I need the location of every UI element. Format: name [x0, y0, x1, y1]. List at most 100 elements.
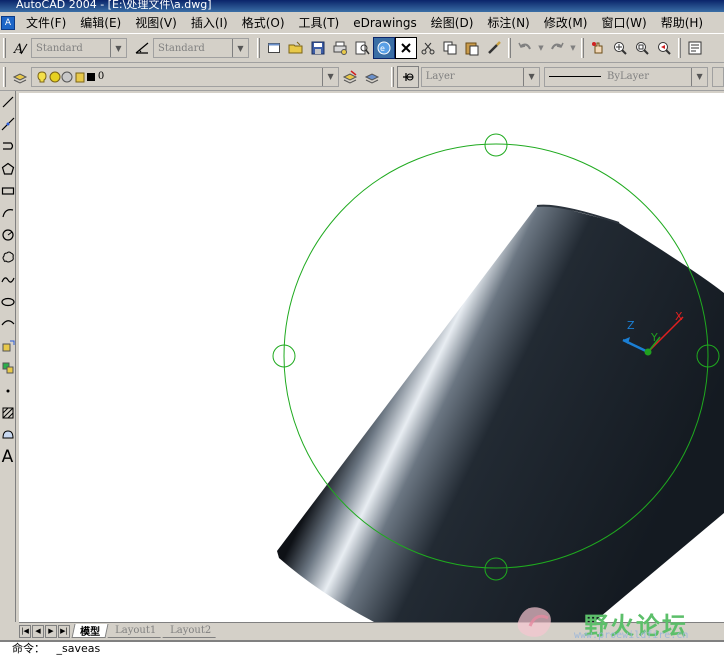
tab-layout2[interactable]: Layout2	[162, 624, 219, 638]
spline-icon[interactable]	[0, 269, 16, 291]
layer-combo[interactable]: 0 ▼	[30, 66, 340, 87]
chevron-down-icon[interactable]: ▼	[322, 67, 339, 86]
layer-previous-icon[interactable]	[361, 66, 383, 88]
cut-icon[interactable]	[417, 37, 439, 59]
line-icon[interactable]	[0, 91, 16, 113]
pan-icon[interactable]	[587, 37, 609, 59]
polygon-icon[interactable]	[0, 158, 16, 180]
new-file-icon[interactable]	[263, 37, 285, 59]
point-icon[interactable]	[0, 379, 16, 401]
toolbar-separator	[508, 38, 511, 58]
text-style-icon[interactable]: A	[9, 37, 31, 59]
redo-icon[interactable]	[546, 37, 568, 59]
tab-next-button[interactable]: ▶	[45, 624, 57, 638]
window-title-bar: AutoCAD 2004 - [E:\处理文件\a.dwg]	[0, 0, 724, 12]
rectangle-icon[interactable]	[0, 180, 16, 202]
circle-icon[interactable]	[0, 224, 16, 246]
layout-tab-bar: |◀ ◀ ▶ ▶| 模型 Layout1 Layout2	[19, 622, 724, 639]
region-icon[interactable]	[0, 424, 16, 446]
toolbar-grip[interactable]	[257, 38, 260, 58]
edrawings-toolbar-icon[interactable]	[396, 65, 419, 88]
drawing-area[interactable]: X Y Z	[19, 93, 724, 622]
toolbar-separator	[581, 38, 584, 58]
toolbar-styles-standard: A Standard ▼ Standard ▼ e ▼ ▼	[0, 34, 724, 63]
chevron-down-icon[interactable]: ▼	[536, 37, 546, 59]
plot-icon[interactable]	[329, 37, 351, 59]
current-layer-name: 0	[97, 71, 105, 82]
chevron-down-icon[interactable]: ▼	[691, 67, 708, 86]
tab-prev-button[interactable]: ◀	[32, 624, 44, 638]
revision-cloud-icon[interactable]	[0, 246, 16, 268]
menu-edrawings[interactable]: eDrawings	[346, 16, 424, 30]
menu-help[interactable]: 帮助(H)	[654, 14, 710, 31]
toolbar-grip[interactable]	[3, 66, 6, 87]
linetype-sample	[549, 76, 602, 77]
dim-style-combo[interactable]: Standard ▼	[153, 38, 249, 58]
paste-icon[interactable]	[461, 37, 483, 59]
menu-view[interactable]: 视图(V)	[128, 14, 184, 31]
zoom-previous-icon[interactable]	[653, 37, 675, 59]
arc-icon[interactable]	[0, 202, 16, 224]
make-object-layer-current-icon[interactable]	[339, 66, 361, 88]
dim-style-icon[interactable]	[131, 37, 153, 59]
tab-model[interactable]: 模型	[71, 624, 109, 638]
hatch-icon[interactable]	[0, 402, 16, 424]
svg-text:A: A	[13, 42, 23, 56]
zoom-window-icon[interactable]	[631, 37, 653, 59]
ellipse-icon[interactable]	[0, 291, 16, 313]
open-file-icon[interactable]	[285, 37, 307, 59]
toolbar-separator	[678, 38, 681, 58]
menu-insert[interactable]: 插入(I)	[184, 14, 235, 31]
insert-block-icon[interactable]	[0, 335, 16, 357]
linetype-combo[interactable]: ByLayer ▼	[544, 66, 709, 87]
draw-toolbar: A	[0, 91, 16, 622]
toolbar-grip[interactable]	[390, 66, 394, 87]
toolbar-grip[interactable]	[3, 38, 6, 58]
toolbar-layers-properties: 0 ▼ Layer ▼ ByLayer ▼	[0, 63, 724, 91]
menu-modify[interactable]: 修改(M)	[537, 14, 595, 31]
multiline-text-icon[interactable]: A	[0, 446, 16, 468]
tab-layout1[interactable]: Layout1	[107, 624, 164, 638]
model-space-canvas[interactable]: X Y Z	[19, 93, 724, 622]
polyline-icon[interactable]	[0, 135, 16, 157]
ucs-z-label: Z	[627, 319, 635, 332]
match-properties-icon[interactable]	[483, 37, 505, 59]
menu-file[interactable]: 文件(F)	[19, 14, 73, 31]
menu-tools[interactable]: 工具(T)	[292, 14, 347, 31]
menu-edit[interactable]: 编辑(E)	[73, 14, 128, 31]
solid-body[interactable]	[277, 205, 724, 622]
plot-preview-icon[interactable]	[351, 37, 373, 59]
autocad-app-icon[interactable]: A	[1, 15, 15, 30]
edrawings-publish-icon[interactable]: e	[373, 37, 395, 59]
command-history-line: 命令： _saveas	[12, 642, 101, 655]
svg-text:e: e	[380, 44, 385, 53]
gizmo-grip-top[interactable]	[484, 133, 508, 157]
lineweight-combo[interactable]	[712, 66, 724, 87]
chevron-down-icon[interactable]: ▼	[568, 37, 578, 59]
menu-format[interactable]: 格式(O)	[235, 14, 292, 31]
chevron-down-icon[interactable]: ▼	[523, 67, 540, 86]
chevron-down-icon[interactable]: ▼	[232, 39, 248, 57]
chevron-down-icon[interactable]: ▼	[110, 39, 126, 57]
color-layer-combo[interactable]: Layer ▼	[420, 66, 541, 87]
menu-dimension[interactable]: 标注(N)	[480, 14, 536, 31]
construction-line-icon[interactable]	[0, 113, 16, 135]
zoom-realtime-icon[interactable]	[609, 37, 631, 59]
ellipse-arc-icon[interactable]	[0, 313, 16, 335]
save-file-icon[interactable]	[307, 37, 329, 59]
menu-draw[interactable]: 绘图(D)	[424, 14, 481, 31]
command-line[interactable]: 命令： _saveas	[0, 640, 724, 668]
text-style-combo[interactable]: Standard ▼	[31, 38, 127, 58]
properties-icon[interactable]	[684, 37, 706, 59]
make-block-icon[interactable]	[0, 357, 16, 379]
close-icon[interactable]	[395, 37, 417, 59]
tab-first-button[interactable]: |◀	[19, 624, 31, 638]
layer-manager-icon[interactable]	[9, 66, 31, 88]
layer-state-icons	[37, 70, 95, 82]
menu-window[interactable]: 窗口(W)	[594, 14, 653, 31]
ucs-x-label: X	[675, 310, 683, 323]
copy-icon[interactable]	[439, 37, 461, 59]
menu-bar: A 文件(F) 编辑(E) 视图(V) 插入(I) 格式(O) 工具(T) eD…	[0, 12, 724, 34]
undo-icon[interactable]	[514, 37, 536, 59]
tab-last-button[interactable]: ▶|	[58, 624, 70, 638]
